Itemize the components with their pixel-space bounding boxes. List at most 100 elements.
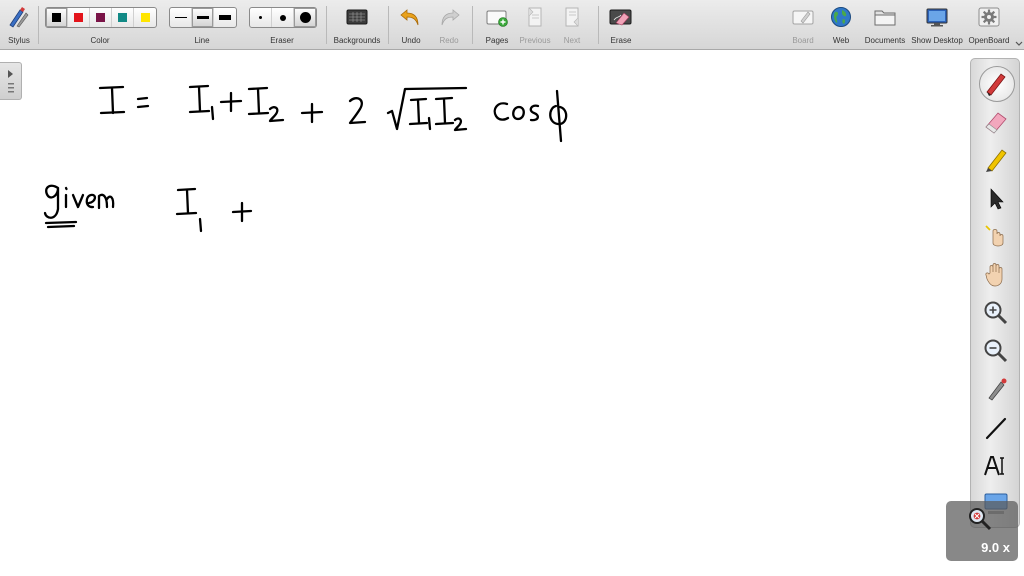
ink-I1-second xyxy=(175,187,203,233)
next-page-icon xyxy=(565,7,579,27)
zoom-out-tool[interactable] xyxy=(981,336,1011,366)
web-button[interactable]: Web xyxy=(826,0,856,50)
previous-label: Previous xyxy=(519,36,551,45)
folder-icon xyxy=(874,10,896,26)
globe-icon xyxy=(831,7,851,27)
ink-phi xyxy=(549,89,568,143)
swatch-teal xyxy=(118,13,127,22)
monitor-icon xyxy=(926,8,948,27)
eraser-size-small[interactable] xyxy=(250,8,272,27)
redo-label: Redo xyxy=(439,36,459,45)
highlighter-icon xyxy=(986,149,1007,172)
color-group: Color xyxy=(44,0,157,50)
ink-digit-2 xyxy=(348,97,367,125)
eraser-group: Eraser xyxy=(248,0,317,50)
undo-icon xyxy=(400,9,419,26)
eraser-icon xyxy=(985,112,1007,134)
swatch-yellow xyxy=(140,13,150,22)
color-swatch-teal[interactable] xyxy=(112,8,134,27)
ink-I-main xyxy=(98,85,126,115)
ink-I2 xyxy=(247,86,285,123)
line-width-thick[interactable] xyxy=(214,8,236,27)
backgrounds-label: Backgrounds xyxy=(333,36,381,45)
documents-button[interactable]: Documents xyxy=(862,0,908,50)
zoom-indicator: 9.0 x xyxy=(946,501,1018,561)
line-medium-icon xyxy=(196,16,209,19)
line-width-thin[interactable] xyxy=(170,8,192,27)
whiteboard-canvas[interactable] xyxy=(0,51,968,576)
tool-dock xyxy=(970,58,1020,528)
documents-label: Documents xyxy=(864,36,906,45)
color-swatch-black[interactable] xyxy=(46,8,68,27)
color-label: Color xyxy=(90,36,110,45)
line-width-medium[interactable] xyxy=(192,8,214,27)
chevron-down-icon[interactable] xyxy=(1014,38,1024,48)
backgrounds-button[interactable]: Backgrounds xyxy=(330,0,384,50)
eraser-small-icon xyxy=(259,16,262,19)
pointer-icon xyxy=(990,188,1004,210)
laser-pointer-icon xyxy=(985,225,1004,247)
eraser-size-large[interactable] xyxy=(294,8,316,27)
line-thin-icon xyxy=(174,17,187,18)
line-icon xyxy=(985,417,1007,440)
interact-tool[interactable] xyxy=(981,221,1011,251)
zoom-in-tool[interactable] xyxy=(981,298,1011,328)
swatch-red xyxy=(74,13,83,22)
highlighter-tool[interactable] xyxy=(981,145,1011,175)
eraser-tool[interactable] xyxy=(981,107,1011,137)
openboard-button[interactable]: OpenBoard xyxy=(966,0,1012,50)
board-button[interactable]: Board xyxy=(788,0,818,50)
hand-icon xyxy=(985,263,1003,287)
pointer-tool[interactable] xyxy=(981,183,1011,213)
eraser-size-medium[interactable] xyxy=(272,8,294,27)
ink-plus-2 xyxy=(300,102,324,124)
board-icon xyxy=(792,10,814,25)
previous-button[interactable]: Previous xyxy=(516,0,554,50)
ink-equals xyxy=(136,96,150,109)
eraser-medium-icon xyxy=(279,14,286,21)
web-label: Web xyxy=(832,36,850,45)
show-desktop-button[interactable]: Show Desktop xyxy=(910,0,964,50)
toolbar-separator xyxy=(326,6,327,44)
undo-label: Undo xyxy=(401,36,421,45)
stylus-button[interactable]: Stylus xyxy=(4,0,34,50)
stylus-label: Stylus xyxy=(8,36,30,45)
pages-button[interactable]: Pages xyxy=(480,0,514,50)
ink-cos xyxy=(493,102,540,122)
color-swatch-yellow[interactable] xyxy=(134,8,156,27)
next-button[interactable]: Next xyxy=(556,0,588,50)
eraser-size-palette xyxy=(249,7,317,28)
board-label: Board xyxy=(792,36,814,45)
add-page-icon xyxy=(486,10,508,27)
laser-pointer-tool[interactable] xyxy=(981,374,1011,404)
text-tool[interactable] xyxy=(981,451,1011,481)
toolbar-separator xyxy=(472,6,473,44)
pages-label: Pages xyxy=(485,36,509,45)
swatch-maroon xyxy=(96,13,105,22)
color-swatch-red[interactable] xyxy=(68,8,90,27)
zoom-in-icon xyxy=(984,301,1008,325)
eraser-label: Eraser xyxy=(270,36,294,45)
color-palette xyxy=(45,7,157,28)
zoom-magnifier-icon xyxy=(969,508,992,531)
next-label: Next xyxy=(563,36,581,45)
line-tool[interactable] xyxy=(981,413,1011,443)
line-group: Line xyxy=(168,0,237,50)
ink-I1 xyxy=(188,84,215,121)
line-width-palette xyxy=(169,7,237,28)
backgrounds-icon xyxy=(346,9,368,25)
capture-icon xyxy=(988,378,1007,401)
undo-button[interactable]: Undo xyxy=(396,0,426,50)
hand-tool[interactable] xyxy=(981,259,1011,289)
text-icon xyxy=(984,456,1004,476)
toolbar-separator xyxy=(598,6,599,44)
top-toolbar: Stylus Color Line Eraser Backgrounds Und… xyxy=(0,0,1024,50)
gear-icon xyxy=(978,7,1000,27)
pen-tool[interactable] xyxy=(979,66,1015,102)
redo-button[interactable]: Redo xyxy=(434,0,464,50)
eraser-large-icon xyxy=(299,12,311,23)
toolbar-separator xyxy=(38,6,39,44)
redo-icon xyxy=(441,9,460,26)
color-swatch-maroon[interactable] xyxy=(90,8,112,27)
erase-button[interactable]: Erase xyxy=(604,0,638,50)
